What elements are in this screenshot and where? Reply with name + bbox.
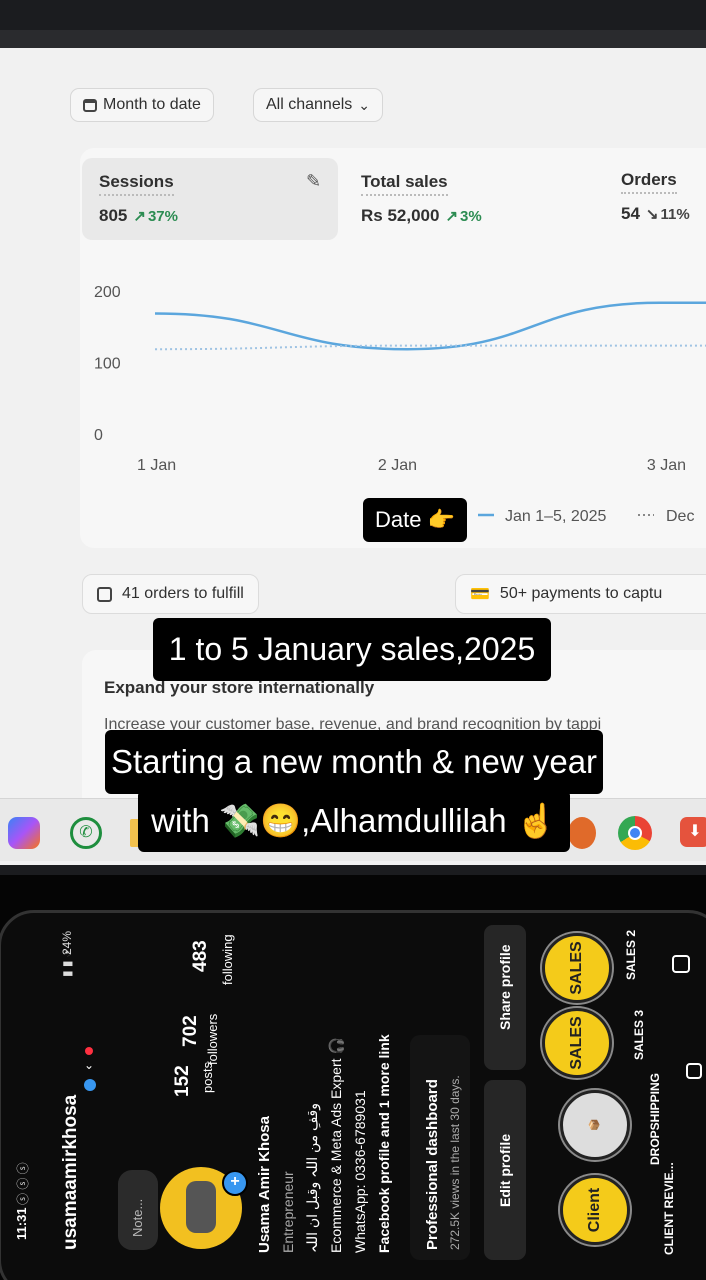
metric-label: Total sales (361, 172, 448, 196)
caption-text: 1 to 5 January sales,2025 (168, 631, 536, 667)
bio-name: Usama Amir Khosa (256, 1116, 273, 1253)
orders-to-fulfill-label: 41 orders to fulfill (122, 585, 244, 602)
avatar-photo (186, 1181, 216, 1233)
story-caption-3: with 💸😁,Alhamdullilah ☝️ (138, 790, 570, 852)
highlight-sales-3[interactable]: SALES (542, 1008, 612, 1078)
calendar-icon (83, 98, 97, 112)
trend-down-icon: ↘ (645, 206, 659, 223)
payments-to-capture-label: 50+ payments to captu (499, 585, 663, 602)
legend-prefix: Date 👉 (375, 507, 455, 532)
metric-value: Rs 52,000 (361, 206, 440, 225)
status-icons: ⓢ ⓢ ⓢ (16, 1162, 30, 1205)
channels-select[interactable]: All channels ⌄ (253, 88, 384, 122)
chevron-down-icon: ⌄ (358, 96, 371, 113)
story-caption-1: 1 to 5 January sales,2025 (153, 618, 551, 681)
phone: 11:31 ⓢ ⓢ ⓢ ▮ ▮ ◔ 24% usamaamirkhosa ⌄ N… (0, 875, 706, 1280)
payments-to-capture-button[interactable]: 💳 50+ payments to captu (455, 574, 706, 614)
reels-tab-icon[interactable] (686, 1063, 702, 1079)
dashboard-subtitle: 272.5K views in the last 30 days. (448, 1075, 462, 1250)
date-caption: Date 👉 (363, 498, 467, 542)
followers-count[interactable]: 702 (180, 1015, 202, 1047)
tagged-tab-icon[interactable] (672, 955, 690, 973)
verified-badge-icon (84, 1079, 96, 1091)
chrome-icon[interactable] (618, 816, 652, 850)
highlight-label: SALES 2 (624, 929, 638, 980)
edit-profile-label: Edit profile (497, 1133, 513, 1207)
channels-label: All channels (266, 96, 353, 113)
followers-label: followers (205, 1013, 220, 1065)
add-story-icon[interactable]: + (222, 1170, 248, 1196)
dashboard-title: Professional dashboard (424, 1079, 441, 1250)
highlight-cover-text: 📦 (589, 1118, 601, 1132)
inbox-icon (97, 586, 112, 602)
highlight-cover-text: SALES (568, 1016, 585, 1070)
copilot-icon[interactable] (8, 817, 40, 849)
highlight-cover-text: Client (586, 1187, 603, 1233)
metric-value: 54 (621, 204, 640, 223)
bio-line-arabic: وقفِ من اللہ وقبل ان اللہ (304, 1103, 320, 1253)
bio-category: Entrepreneur (280, 1171, 296, 1253)
app-icon[interactable] (568, 817, 596, 849)
trend-up-icon: ↗ (445, 208, 459, 225)
highlight-label: CLIENT REVIE... (662, 1162, 676, 1255)
orders-to-fulfill-button[interactable]: 41 orders to fulfill (82, 574, 259, 614)
trend-up-icon: ↗ (133, 208, 146, 225)
share-profile-label: Share profile (497, 944, 513, 1030)
payment-icon: 💳 (470, 586, 490, 603)
profile-username[interactable]: usamaamirkhosa (60, 1095, 82, 1250)
metric-delta: 3% (460, 208, 482, 225)
following-label: following (220, 934, 235, 985)
highlight-label: DROPSHIPPING (648, 1072, 662, 1165)
notification-dot (85, 1047, 93, 1055)
date-range-button[interactable]: Month to date (70, 88, 214, 122)
screen-top-edge (0, 30, 706, 48)
posts-label: posts (200, 1061, 215, 1093)
pencil-icon[interactable]: ✎ (306, 171, 321, 192)
highlight-label: SALES 3 (632, 1009, 646, 1060)
metric-delta: 11% (660, 206, 690, 223)
metric-label: Sessions (99, 172, 174, 196)
status-time: 11:31 (14, 1207, 29, 1240)
metric-value: 805 (99, 206, 128, 225)
metric-sessions[interactable]: Sessions 805 ↗ 37% (99, 172, 178, 226)
chevron-down-icon[interactable]: ⌄ (84, 1059, 96, 1071)
highlight-client-reviews[interactable]: Client (560, 1175, 630, 1245)
store-dashboard-screen: Month to date All channels ⌄ Sessions 80… (0, 30, 706, 865)
download-app-icon[interactable]: ⬇ (680, 817, 706, 847)
metric-orders[interactable]: Orders 54 ↘ 11% (621, 170, 690, 224)
metric-label: Orders (621, 170, 677, 194)
bio-line-expertise: Ecommerce & Meta Ads Expert 🎧 (328, 1037, 344, 1253)
caption-text: Starting a new month & new year (110, 743, 598, 780)
date-range-label: Month to date (103, 96, 201, 113)
metric-delta: 37% (147, 208, 178, 225)
story-caption-2: Starting a new month & new year (105, 730, 603, 794)
metric-total-sales[interactable]: Total sales Rs 52,000 ↗ 3% (361, 172, 482, 226)
highlight-cover-text: SALES (568, 941, 585, 995)
bio-links[interactable]: Facebook profile and 1 more link (376, 1034, 392, 1253)
highlight-sales-2[interactable]: SALES (542, 933, 612, 1003)
note-label: Note... (130, 1198, 145, 1237)
following-count[interactable]: 483 (190, 940, 212, 972)
battery-level: 24% (60, 930, 74, 955)
highlight-dropshipping[interactable]: 📦 (560, 1090, 630, 1160)
monitor: Month to date All channels ⌄ Sessions 80… (0, 0, 706, 880)
posts-count[interactable]: 152 (172, 1065, 194, 1097)
whatsapp-icon[interactable]: ✆ (70, 817, 102, 849)
expand-title: Expand your store internationally (104, 678, 375, 697)
bio-line-whatsapp: WhatsApp: 0336-6789031 (352, 1090, 368, 1253)
caption-text: with 💸😁,Alhamdullilah ☝️ (151, 802, 557, 839)
